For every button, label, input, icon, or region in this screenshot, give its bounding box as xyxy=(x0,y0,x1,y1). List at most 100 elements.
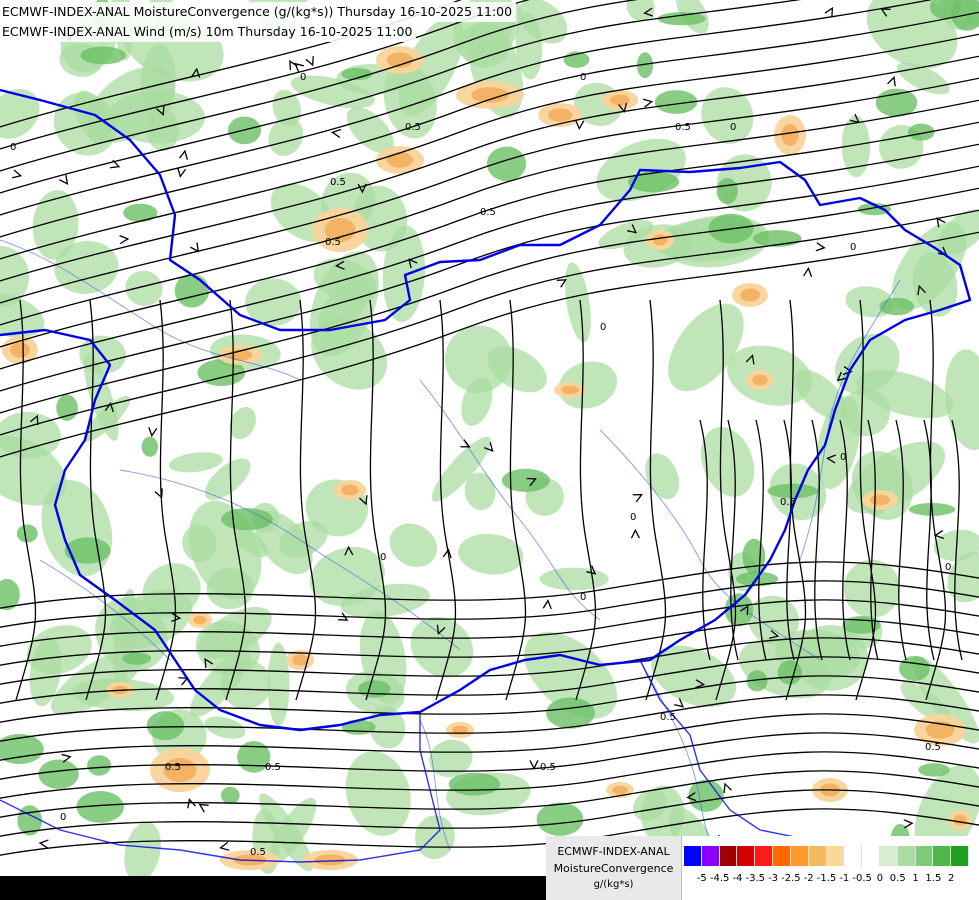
convergence-area-strong xyxy=(536,802,584,836)
legend-tick-label: -4 xyxy=(732,873,743,884)
legend-parameter: MoistureConvergence xyxy=(553,862,674,875)
legend-tick-label: -4.5 xyxy=(709,873,730,884)
legend-swatch xyxy=(755,846,774,866)
convergence-area-strong xyxy=(918,763,950,777)
divergence-area-strong xyxy=(292,654,308,666)
contour-label: 0.5 xyxy=(330,177,346,188)
legend-tick-label: -3 xyxy=(768,873,779,884)
contour-label: 0 xyxy=(300,72,306,83)
convergence-area-strong xyxy=(64,537,111,564)
convergence-area-strong xyxy=(777,660,802,685)
legend-tick-label: 1.5 xyxy=(925,873,942,884)
divergence-area-strong xyxy=(561,385,579,395)
convergence-area-strong xyxy=(742,538,766,575)
legend-tick-label: -0.5 xyxy=(852,873,872,884)
convergence-area-strong xyxy=(38,759,79,789)
convergence-area-strong xyxy=(221,786,240,805)
contour-label: 0 xyxy=(10,142,16,153)
legend-swatch xyxy=(879,846,898,866)
contour-label: 0 xyxy=(945,562,951,573)
convergence-area-strong xyxy=(146,711,185,741)
convergence-area-strong xyxy=(628,171,680,193)
contour-label: 0.5 xyxy=(925,742,941,753)
convergence-area-strong xyxy=(899,656,930,681)
divergence-area-strong xyxy=(547,108,573,122)
convergence-area-strong xyxy=(56,394,78,421)
convergence-area-strong xyxy=(358,680,391,698)
legend-swatch xyxy=(719,846,738,866)
divergence-area-strong xyxy=(953,814,967,826)
divergence-area-strong xyxy=(341,484,359,496)
contour-label: 0.5 xyxy=(250,847,266,858)
legend-swatch xyxy=(808,846,827,866)
contour-label: 0.5 xyxy=(480,207,496,218)
contour-label: 0 xyxy=(730,122,736,133)
legend-tick-label: -5 xyxy=(696,873,707,884)
contour-label: 0.5 xyxy=(675,122,691,133)
legend-swatch xyxy=(826,846,845,866)
contour-label: 0 xyxy=(60,812,66,823)
convergence-area-strong xyxy=(341,719,376,735)
legend-swatch xyxy=(862,846,880,866)
contour-label: 0.5 xyxy=(165,762,181,773)
map-title-moisture-convergence: ECMWF-INDEX-ANAL MoistureConvergence (g/… xyxy=(0,2,517,22)
legend-swatch xyxy=(897,846,916,866)
legend-tick-label: 1 xyxy=(912,873,919,884)
convergence-area-strong xyxy=(174,273,210,308)
contour-label: 0.5 xyxy=(540,762,556,773)
convergence-area-strong xyxy=(716,178,738,204)
legend-swatch xyxy=(790,846,809,866)
divergence-area-strong xyxy=(870,494,890,506)
contour-label: 0.5 xyxy=(405,122,421,133)
legend-tick-label: -2 xyxy=(803,873,814,884)
contour-label: 0 xyxy=(630,512,636,523)
legend-tick-label: 2 xyxy=(948,873,955,884)
legend-product: ECMWF-INDEX-ANAL xyxy=(557,845,670,858)
map-title-wind: ECMWF-INDEX-ANAL Wind (m/s) 10m Thursday… xyxy=(0,22,417,42)
contour-label: 0 xyxy=(380,552,386,563)
legend-swatch xyxy=(773,846,791,866)
contour-label: 0 xyxy=(580,592,586,603)
contour-label: 0 xyxy=(600,322,606,333)
convergence-area xyxy=(539,567,609,591)
legend-swatch xyxy=(737,846,756,866)
contour-label: 0 xyxy=(840,452,846,463)
convergence-area-strong xyxy=(657,12,706,26)
divergence-area-strong xyxy=(612,785,628,795)
legend-tick-label: -2.5 xyxy=(781,873,801,884)
contour-label: 0.5 xyxy=(660,712,676,723)
color-legend: ECMWF-INDEX-ANAL MoistureConvergence g/(… xyxy=(546,836,979,900)
map-bottom-strip xyxy=(0,876,546,900)
divergence-area-strong xyxy=(781,124,799,146)
legend-tick-label: -1 xyxy=(839,873,850,884)
legend-swatch xyxy=(951,846,969,866)
convergence-area-strong xyxy=(123,203,158,223)
convergence-area-strong xyxy=(87,755,112,776)
contour-label: 0.5 xyxy=(265,762,281,773)
legend-tick-label: 0 xyxy=(876,873,884,884)
contour-label: 0 xyxy=(580,72,586,83)
divergence-area-strong xyxy=(193,615,207,625)
divergence-area-strong xyxy=(10,342,30,358)
legend-swatch xyxy=(701,846,720,866)
convergence-area-strong xyxy=(875,88,918,117)
convergence-area-strong xyxy=(448,772,501,796)
convergence-area-strong xyxy=(122,652,152,665)
convergence-area-strong xyxy=(80,46,127,65)
legend-unit: g/(kg*s) xyxy=(593,879,634,890)
contour-label: 0.5 xyxy=(325,237,341,248)
legend-tick-label: 0.5 xyxy=(889,873,906,884)
legend-tick-label: -3.5 xyxy=(745,873,766,884)
legend-swatch xyxy=(684,846,702,866)
divergence-area-strong xyxy=(386,152,414,168)
contour-label: 0.5 xyxy=(780,497,796,508)
legend-label-box: ECMWF-INDEX-ANAL MoistureConvergence g/(… xyxy=(546,836,682,900)
legend-tick-labels: -5 -4.5 -4 -3.5 -3 -2.5 -2 -1.5 -1 -0.5 0 0.5 1 1.5 2 xyxy=(684,873,974,889)
moisture-convergence-map: 0.50.50.50.50.5000000.50.5 0.5 0.50.50.500… xyxy=(0,0,979,900)
convergence-area-strong xyxy=(141,436,158,457)
convergence-area-strong xyxy=(879,297,915,316)
contour-label: 0 xyxy=(850,242,856,253)
legend-swatch xyxy=(844,846,863,866)
legend-swatch xyxy=(933,846,952,866)
convergence-area-strong xyxy=(16,524,38,543)
